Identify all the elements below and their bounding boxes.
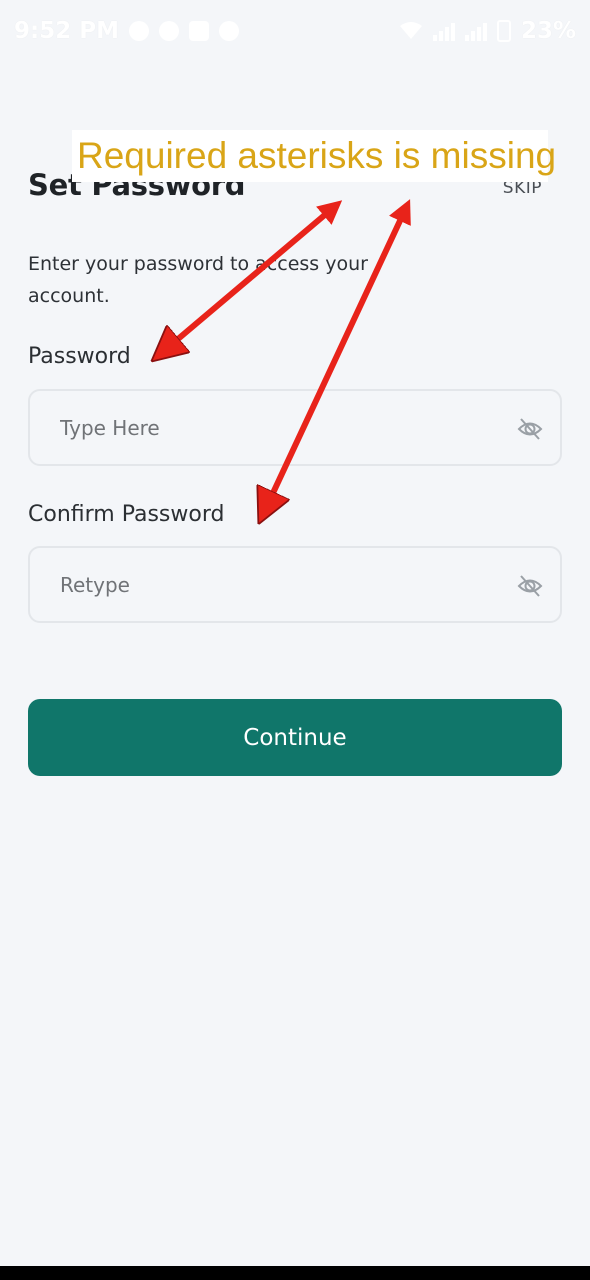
- annotation-arrows: [0, 0, 590, 1280]
- annotation-arrow-password: [165, 208, 333, 350]
- annotation-arrow-confirm: [266, 210, 405, 508]
- bottom-bar: [0, 1266, 590, 1280]
